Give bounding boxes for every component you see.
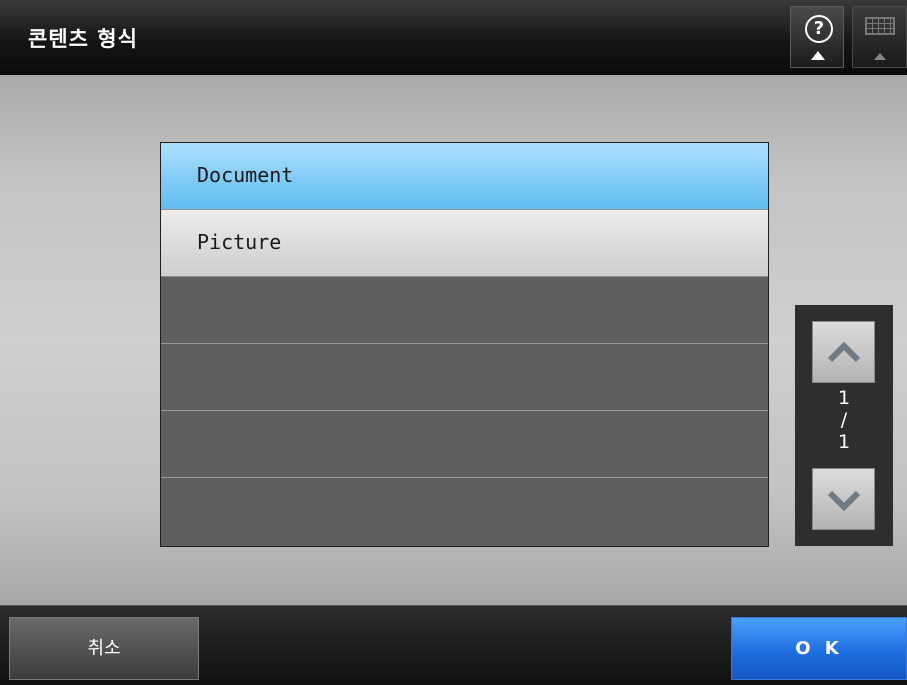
list-item-document[interactable]: Document xyxy=(161,143,768,210)
title-bar: 콘텐츠 형식 ? xyxy=(0,0,907,75)
list-item-empty xyxy=(161,411,768,478)
list-item-label: Picture xyxy=(197,230,282,254)
page-down-button[interactable] xyxy=(812,468,875,530)
page-separator: / xyxy=(840,409,848,431)
triangle-up-icon xyxy=(811,51,825,60)
question-mark-icon: ? xyxy=(805,15,833,43)
content-area: Document Picture 1 / 1 xyxy=(0,75,907,605)
list-item-empty xyxy=(161,478,768,546)
cancel-button[interactable]: 취소 xyxy=(9,617,199,680)
list-item-label: Document xyxy=(197,163,294,187)
pager-panel: 1 / 1 xyxy=(795,305,893,546)
bottom-bar: 취소 O K xyxy=(0,605,907,685)
page-indicator: 1 / 1 xyxy=(795,387,893,453)
page-current: 1 xyxy=(837,387,851,409)
content-type-list: Document Picture xyxy=(160,142,769,547)
list-item-empty xyxy=(161,277,768,344)
ok-button[interactable]: O K xyxy=(731,617,907,680)
list-item-empty xyxy=(161,344,768,411)
page-total: 1 xyxy=(837,431,851,453)
page-up-button[interactable] xyxy=(812,321,875,383)
keyboard-icon xyxy=(865,17,895,35)
help-button[interactable]: ? xyxy=(790,6,844,68)
chevron-down-icon xyxy=(827,490,861,512)
page-title: 콘텐츠 형식 xyxy=(28,27,138,51)
chevron-up-icon xyxy=(827,341,861,363)
list-item-picture[interactable]: Picture xyxy=(161,210,768,277)
keyboard-button[interactable] xyxy=(852,6,907,68)
triangle-up-icon xyxy=(874,53,886,60)
